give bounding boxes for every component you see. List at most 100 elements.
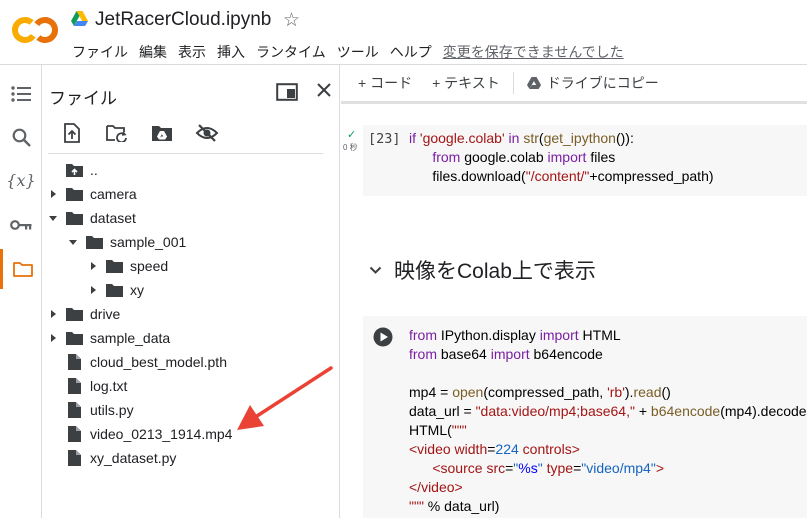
code-editor[interactable]: from IPython.display import HTML from ba… xyxy=(409,326,807,516)
add-code-label: + コード xyxy=(358,75,413,91)
folder-icon xyxy=(106,258,123,275)
caret-spacer xyxy=(47,404,59,416)
folder-icon xyxy=(66,330,83,347)
dock-panel-icon[interactable] xyxy=(276,82,298,102)
tree-item-drive[interactable]: drive xyxy=(47,303,120,325)
folder-icon xyxy=(106,282,123,299)
tree-item-label: xy_dataset.py xyxy=(90,450,177,466)
caret-right-icon[interactable] xyxy=(47,332,59,344)
add-text-cell-button[interactable]: + テキスト xyxy=(432,73,500,93)
upload-button[interactable] xyxy=(60,121,84,145)
tree-item-label: drive xyxy=(90,306,121,322)
file-icon xyxy=(66,402,83,419)
tree-item-label: video_0213_1914.mp4 xyxy=(90,426,233,442)
variables-button[interactable]: {x} xyxy=(0,160,42,200)
caret-down-icon[interactable] xyxy=(47,212,59,224)
code-editor[interactable]: if 'google.colab' in str(get_ipython()):… xyxy=(409,129,714,186)
caret-spacer xyxy=(47,452,59,464)
caret-spacer xyxy=(47,380,59,392)
mount-drive-icon xyxy=(152,126,172,141)
menu-help[interactable]: ヘルプ xyxy=(390,42,432,60)
colab-logo xyxy=(12,17,58,43)
unsaved-changes-link[interactable]: 変更を保存できませんでした xyxy=(443,42,624,60)
caret-right-icon[interactable] xyxy=(47,308,59,320)
file-icon xyxy=(66,450,83,467)
tree-item-label: log.txt xyxy=(90,378,128,394)
left-rail: {x} xyxy=(0,65,42,518)
tree-item-sample-data[interactable]: sample_data xyxy=(47,327,170,349)
add-text-label: + テキスト xyxy=(432,75,500,91)
panel-toolbar xyxy=(60,121,240,145)
tree-item-speed[interactable]: speed xyxy=(87,255,168,277)
tree-item-parent-dir[interactable]: .. xyxy=(47,159,98,181)
toggle-hidden-files-button[interactable] xyxy=(195,121,219,145)
caret-down-icon[interactable] xyxy=(67,236,79,248)
folder-icon xyxy=(66,306,83,323)
menu-file[interactable]: ファイル xyxy=(72,42,128,60)
tree-item-utils-py[interactable]: utils.py xyxy=(47,399,134,421)
tree-item-video-0213-1914-mp4[interactable]: video_0213_1914.mp4 xyxy=(47,423,232,445)
tree-item-label: .. xyxy=(90,162,98,178)
tree-item-log-txt[interactable]: log.txt xyxy=(47,375,127,397)
tree-item-cloud-best-model-pth[interactable]: cloud_best_model.pth xyxy=(47,351,227,373)
tree-item-xy[interactable]: xy xyxy=(87,279,144,301)
menu-tools[interactable]: ツール xyxy=(337,42,379,60)
tree-item-dataset[interactable]: dataset xyxy=(47,207,136,229)
upload-icon xyxy=(64,123,80,143)
toolbar-separator xyxy=(512,72,514,94)
files-button[interactable] xyxy=(0,249,42,289)
menu-bar: ファイル 編集 表示 挿入 ランタイム ツール ヘルプ 変更を保存できませんでし… xyxy=(72,42,624,60)
table-of-contents-button[interactable] xyxy=(0,74,42,114)
folder-icon xyxy=(66,186,83,203)
execution-count: [23] xyxy=(368,131,401,147)
tree-item-xy-dataset-py[interactable]: xy_dataset.py xyxy=(47,447,176,469)
run-cell-icon[interactable] xyxy=(373,327,393,347)
menu-edit[interactable]: 編集 xyxy=(139,42,167,60)
tree-item-label: utils.py xyxy=(90,402,134,418)
caret-spacer xyxy=(47,428,59,440)
menu-view[interactable]: 表示 xyxy=(178,42,206,60)
notebook-title[interactable]: JetRacerCloud.ipynb xyxy=(95,9,271,31)
menu-runtime[interactable]: ランタイム xyxy=(256,42,326,60)
hide-files-icon xyxy=(195,124,219,142)
files-panel: ファイル .. camera dataset sample_001 speed … xyxy=(42,65,340,518)
refresh-button[interactable] xyxy=(105,121,129,145)
section-header[interactable]: 映像をColab上で表示 xyxy=(369,255,596,285)
chevron-down-icon xyxy=(369,266,382,274)
tree-item-label: camera xyxy=(90,186,137,202)
menu-insert[interactable]: 挿入 xyxy=(217,42,245,60)
parent-folder-icon xyxy=(66,162,83,179)
refresh-icon xyxy=(106,125,127,142)
tree-item-sample-001[interactable]: sample_001 xyxy=(67,231,186,253)
notebook-main: + コード + テキスト ドライブにコピー ✓ 0 秒 [23] if 'goo… xyxy=(341,65,807,518)
toc-icon xyxy=(11,86,31,102)
mount-drive-button[interactable] xyxy=(150,121,174,145)
variables-icon: {x} xyxy=(6,170,36,190)
panel-title: ファイル xyxy=(49,89,117,108)
panel-divider xyxy=(48,153,323,154)
toolbar-divider xyxy=(341,101,807,104)
tree-item-label: cloud_best_model.pth xyxy=(90,354,227,370)
star-icon[interactable]: ☆ xyxy=(283,9,300,32)
copy-to-drive-label: ドライブにコピー xyxy=(546,75,659,91)
tree-item-label: dataset xyxy=(90,210,136,226)
add-code-cell-button[interactable]: + コード xyxy=(358,73,412,93)
folder-icon xyxy=(12,262,33,277)
folder-icon xyxy=(66,210,83,227)
section-heading: 映像をColab上で表示 xyxy=(394,260,596,283)
google-drive-icon[interactable] xyxy=(71,11,88,27)
copy-to-drive-button[interactable]: ドライブにコピー xyxy=(526,73,659,93)
tree-item-label: sample_001 xyxy=(110,234,187,250)
caret-right-icon[interactable] xyxy=(87,260,99,272)
file-icon xyxy=(66,378,83,395)
caret-right-icon[interactable] xyxy=(47,188,59,200)
search-icon xyxy=(12,128,31,147)
tree-item-label: xy xyxy=(130,282,144,298)
secrets-button[interactable] xyxy=(0,205,42,245)
caret-right-icon[interactable] xyxy=(87,284,99,296)
tree-item-label: sample_data xyxy=(90,330,171,346)
close-icon[interactable] xyxy=(314,80,334,100)
search-button[interactable] xyxy=(0,117,42,157)
tree-item-camera[interactable]: camera xyxy=(47,183,137,205)
file-icon xyxy=(66,426,83,443)
